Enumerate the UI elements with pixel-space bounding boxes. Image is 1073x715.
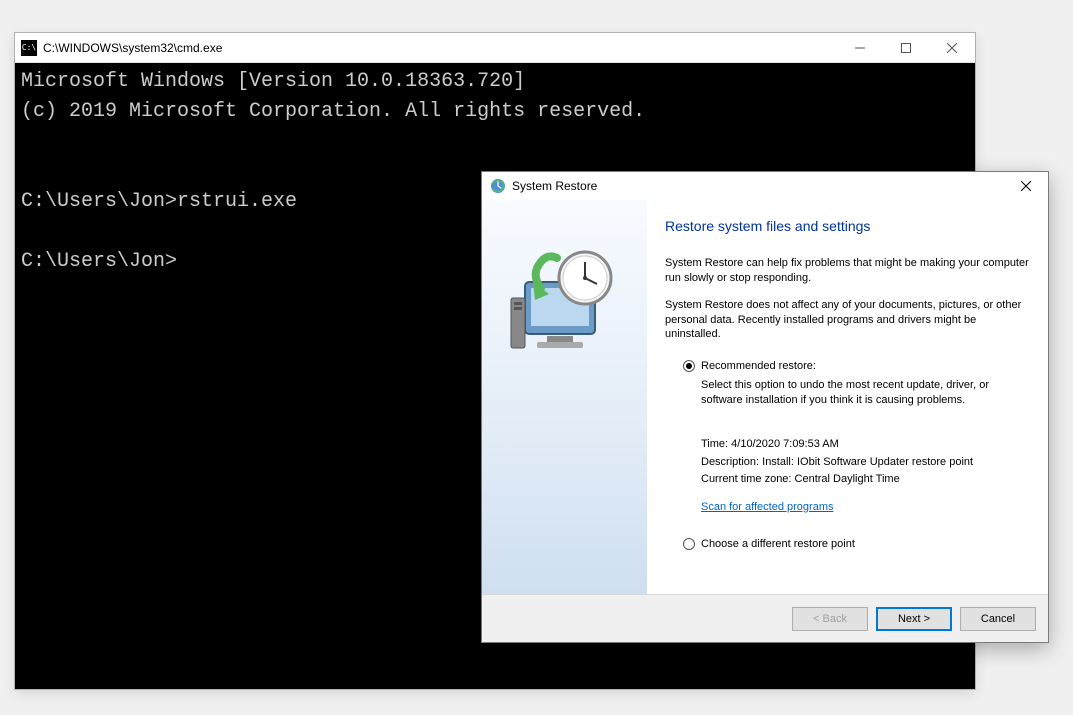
cmd-line: C:\Users\Jon>rstrui.exe (21, 190, 297, 213)
close-button[interactable] (1006, 174, 1046, 198)
radio-recommended-label: Recommended restore: (701, 360, 816, 372)
back-button[interactable]: < Back (792, 607, 868, 631)
cmd-line: (c) 2019 Microsoft Corporation. All righ… (21, 100, 645, 123)
cancel-button[interactable]: Cancel (960, 607, 1036, 631)
restore-titlebar[interactable]: System Restore (482, 172, 1048, 200)
radio-icon (683, 538, 695, 550)
restore-window-title: System Restore (512, 179, 1006, 193)
scan-affected-link[interactable]: Scan for affected programs (701, 499, 833, 517)
maximize-button[interactable] (883, 33, 929, 62)
restore-intro-1: System Restore can help fix problems tha… (665, 256, 1030, 286)
restore-intro-2: System Restore does not affect any of yo… (665, 298, 1030, 343)
cmd-line: Microsoft Windows [Version 10.0.18363.72… (21, 70, 525, 93)
window-controls (837, 33, 975, 62)
recommended-description: Select this option to undo the most rece… (701, 378, 1030, 408)
cmd-titlebar[interactable]: C:\ C:\WINDOWS\system32\cmd.exe (15, 33, 975, 63)
radio-recommended[interactable]: Recommended restore: (683, 360, 1030, 372)
system-restore-dialog: System Restore (481, 171, 1049, 643)
radio-different-label: Choose a different restore point (701, 538, 855, 550)
restore-footer: < Back Next > Cancel (482, 594, 1048, 642)
cmd-icon: C:\ (21, 40, 37, 56)
restore-main: Restore system files and settings System… (647, 200, 1048, 594)
restore-time: Time: 4/10/2020 7:09:53 AM (701, 436, 1030, 454)
computer-clock-icon (505, 240, 625, 360)
restore-point-details: Time: 4/10/2020 7:09:53 AM Description: … (701, 436, 1030, 516)
cmd-line: C:\Users\Jon> (21, 250, 177, 273)
restore-timezone: Current time zone: Central Daylight Time (701, 471, 1030, 489)
cmd-title: C:\WINDOWS\system32\cmd.exe (43, 41, 837, 55)
restore-options: Recommended restore: Select this option … (665, 360, 1030, 516)
restore-heading: Restore system files and settings (665, 218, 1030, 234)
close-button[interactable] (929, 33, 975, 62)
minimize-button[interactable] (837, 33, 883, 62)
radio-icon (683, 360, 695, 372)
restore-content: Restore system files and settings System… (482, 200, 1048, 594)
radio-different[interactable]: Choose a different restore point (665, 538, 1030, 550)
system-restore-icon (490, 178, 506, 194)
restore-sidebar (482, 200, 647, 594)
next-button[interactable]: Next > (876, 607, 952, 631)
restore-description: Description: Install: IObit Software Upd… (701, 454, 1030, 472)
